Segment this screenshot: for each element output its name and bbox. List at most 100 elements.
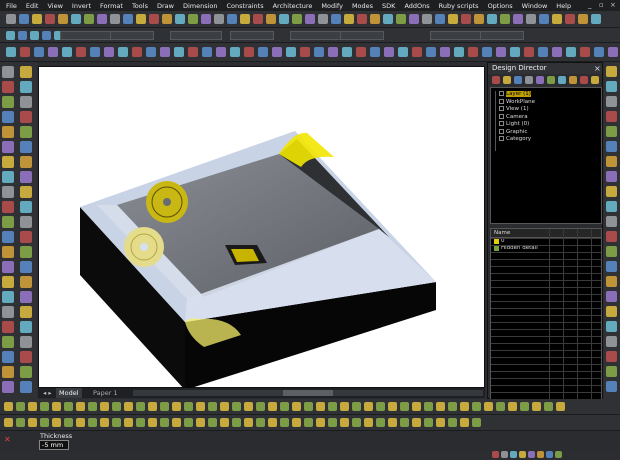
tool-icon[interactable] <box>88 418 97 427</box>
tool-icon[interactable] <box>396 14 406 24</box>
tool-icon[interactable] <box>2 336 14 348</box>
tool-icon[interactable] <box>256 402 265 411</box>
tool-icon[interactable] <box>112 418 121 427</box>
tool-icon[interactable] <box>244 418 253 427</box>
tool-icon[interactable] <box>136 418 145 427</box>
tool-icon[interactable] <box>525 76 533 84</box>
tool-icon[interactable] <box>112 402 121 411</box>
tool-icon[interactable] <box>2 201 14 213</box>
tool-icon[interactable] <box>258 47 268 57</box>
tool-icon[interactable] <box>409 14 419 24</box>
property-dropdown[interactable] <box>60 31 112 40</box>
tool-icon[interactable] <box>20 156 32 168</box>
menu-architecture[interactable]: Architecture <box>273 2 313 10</box>
tool-icon[interactable] <box>384 47 394 57</box>
3d-model-canvas[interactable] <box>39 67 486 390</box>
tab-model[interactable]: Model <box>56 388 82 398</box>
tool-icon[interactable] <box>232 402 241 411</box>
tool-icon[interactable] <box>220 418 229 427</box>
tool-icon[interactable] <box>160 402 169 411</box>
tool-icon[interactable] <box>2 366 14 378</box>
tool-icon[interactable] <box>20 246 32 258</box>
tool-icon[interactable] <box>20 81 32 93</box>
tool-icon[interactable] <box>149 14 159 24</box>
tree-node[interactable]: View (1) <box>499 106 529 112</box>
tool-icon[interactable] <box>32 14 42 24</box>
tool-icon[interactable] <box>514 76 522 84</box>
restore-button[interactable]: ▫ <box>599 1 604 9</box>
tool-icon[interactable] <box>20 47 30 57</box>
tool-icon[interactable] <box>292 418 301 427</box>
tool-icon[interactable] <box>314 47 324 57</box>
tool-icon[interactable] <box>539 14 549 24</box>
tool-icon[interactable] <box>286 47 296 57</box>
tree-node[interactable]: Light (0) <box>499 121 529 127</box>
tool-icon[interactable] <box>565 14 575 24</box>
tool-icon[interactable] <box>578 14 588 24</box>
tool-icon[interactable] <box>606 81 617 92</box>
tool-icon[interactable] <box>328 418 337 427</box>
tool-icon[interactable] <box>566 47 576 57</box>
tool-icon[interactable] <box>388 402 397 411</box>
tool-icon[interactable] <box>2 321 14 333</box>
tool-icon[interactable] <box>132 47 142 57</box>
tool-icon[interactable] <box>376 402 385 411</box>
tool-icon[interactable] <box>160 47 170 57</box>
record-icon[interactable]: ✕ <box>4 435 11 444</box>
tool-icon[interactable] <box>148 402 157 411</box>
tool-icon[interactable] <box>48 47 58 57</box>
tool-icon[interactable] <box>18 31 27 40</box>
tool-icon[interactable] <box>513 14 523 24</box>
tool-icon[interactable] <box>97 14 107 24</box>
tool-icon[interactable] <box>52 418 61 427</box>
menu-dimension[interactable]: Dimension <box>183 2 218 10</box>
tool-icon[interactable] <box>594 47 604 57</box>
tool-icon[interactable] <box>123 14 133 24</box>
tool-icon[interactable] <box>318 14 328 24</box>
tool-icon[interactable] <box>370 47 380 57</box>
tool-icon[interactable] <box>266 14 276 24</box>
menu-edit[interactable]: Edit <box>26 2 39 10</box>
tool-icon[interactable] <box>552 47 562 57</box>
tool-icon[interactable] <box>2 111 14 123</box>
tool-icon[interactable] <box>253 14 263 24</box>
tool-icon[interactable] <box>547 76 555 84</box>
tool-icon[interactable] <box>292 14 302 24</box>
tool-icon[interactable] <box>412 418 421 427</box>
tool-icon[interactable] <box>305 14 315 24</box>
tool-icon[interactable] <box>20 381 32 393</box>
tool-icon[interactable] <box>448 418 457 427</box>
tool-icon[interactable] <box>20 96 32 108</box>
tool-icon[interactable] <box>16 418 25 427</box>
tool-icon[interactable] <box>214 14 224 24</box>
tool-icon[interactable] <box>240 14 250 24</box>
tool-icon[interactable] <box>340 402 349 411</box>
tool-icon[interactable] <box>552 14 562 24</box>
tool-icon[interactable] <box>172 418 181 427</box>
tool-icon[interactable] <box>216 47 226 57</box>
tool-icon[interactable] <box>487 14 497 24</box>
tool-icon[interactable] <box>606 351 617 362</box>
tool-icon[interactable] <box>503 76 511 84</box>
tool-icon[interactable] <box>606 246 617 257</box>
tool-icon[interactable] <box>606 201 617 212</box>
tool-icon[interactable] <box>20 231 32 243</box>
tree-node[interactable]: WorkPlane <box>499 98 535 105</box>
tool-icon[interactable] <box>424 402 433 411</box>
tool-icon[interactable] <box>20 186 32 198</box>
tool-icon[interactable] <box>84 14 94 24</box>
tool-icon[interactable] <box>606 336 617 347</box>
tool-icon[interactable] <box>400 418 409 427</box>
tool-icon[interactable] <box>304 418 313 427</box>
tool-icon[interactable] <box>196 402 205 411</box>
tool-icon[interactable] <box>436 418 445 427</box>
property-dropdown[interactable] <box>340 31 384 40</box>
tool-icon[interactable] <box>558 76 566 84</box>
menu-ruby-scripts[interactable]: Ruby scripts <box>439 2 479 10</box>
tool-icon[interactable] <box>510 451 517 458</box>
tool-icon[interactable] <box>2 66 14 78</box>
tool-icon[interactable] <box>460 418 469 427</box>
tool-icon[interactable] <box>30 31 39 40</box>
tool-icon[interactable] <box>606 216 617 227</box>
menu-options[interactable]: Options <box>488 2 513 10</box>
